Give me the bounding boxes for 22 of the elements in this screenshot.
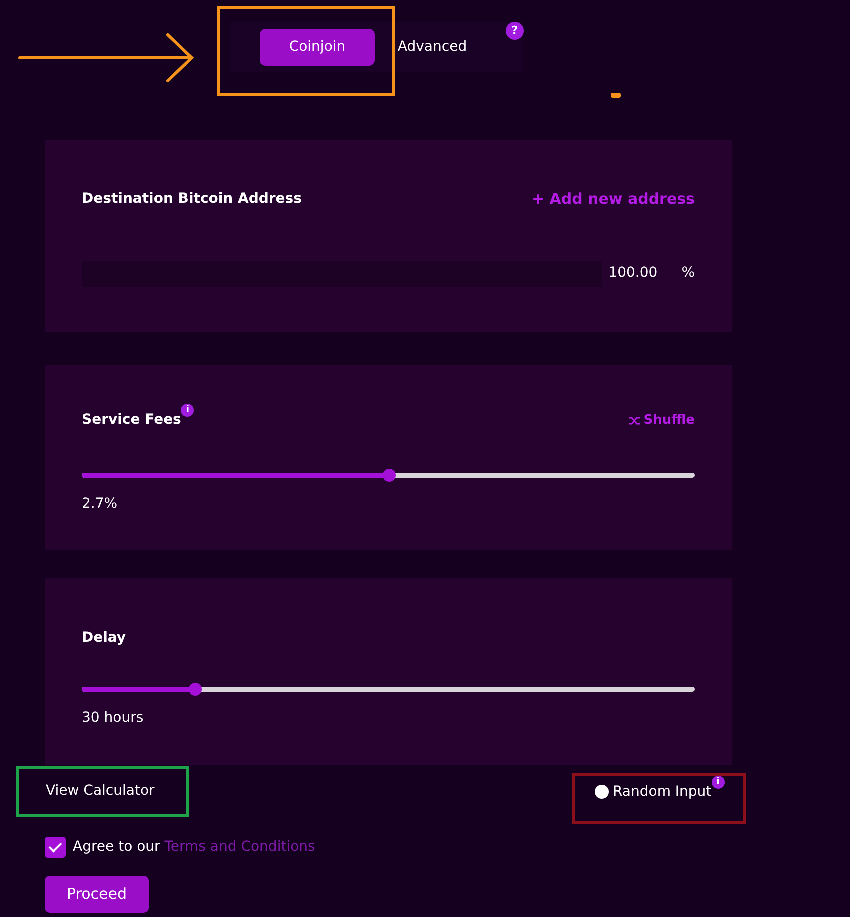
slider-value: 2.7% xyxy=(82,495,118,514)
radio-button[interactable] xyxy=(595,785,609,799)
slider-thumb[interactable] xyxy=(382,469,396,482)
tab[interactable]: Advanced xyxy=(375,28,490,66)
card-title: Destination Bitcoin Address xyxy=(82,190,302,209)
slider-thumb[interactable] xyxy=(189,683,202,696)
add-address-link[interactable]: + Add new address xyxy=(532,188,695,210)
random-input-label: Random Input xyxy=(613,783,712,802)
info-icon[interactable]: i xyxy=(181,404,194,417)
amount-value: 100.00 xyxy=(608,264,658,283)
slider-value: 30 hours xyxy=(82,709,144,728)
proceed-button[interactable]: Proceed xyxy=(45,876,150,912)
agree-text: Agree to our Terms and Conditions xyxy=(73,838,316,857)
shuffle-link[interactable]: Shuffle xyxy=(629,410,695,430)
tab[interactable]: Coinjoin xyxy=(260,28,375,66)
card-title: Delay xyxy=(82,629,126,648)
percent-label: % xyxy=(682,264,695,283)
view-calculator-button[interactable]: View Calculator xyxy=(45,780,156,803)
shuffle-icon xyxy=(629,416,640,426)
card-title: Service Fees xyxy=(82,411,182,430)
info-icon[interactable]: i xyxy=(712,776,725,789)
checkbox[interactable] xyxy=(45,837,66,858)
